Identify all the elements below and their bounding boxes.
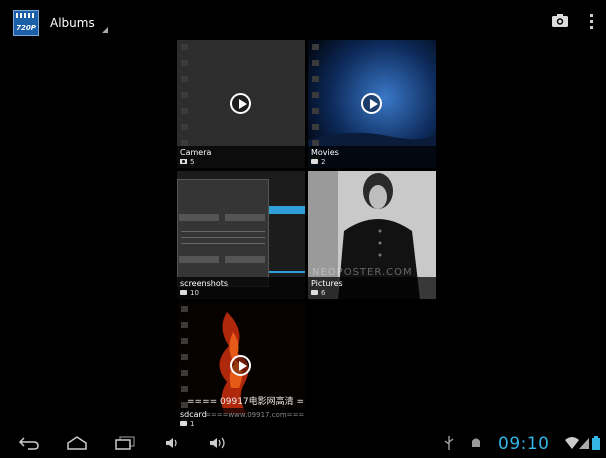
- camera-icon[interactable]: [552, 14, 568, 27]
- folder-icon: [311, 290, 318, 295]
- spinner-indicator-icon: [102, 27, 108, 33]
- album-label: Movies 2: [308, 146, 436, 168]
- folder-icon: [180, 421, 187, 426]
- android-debug-icon: [472, 438, 480, 447]
- album-name: Movies: [311, 148, 339, 157]
- album-label: Pictures 6: [308, 277, 436, 299]
- volume-down-icon[interactable]: [164, 436, 180, 450]
- album-label: screenshots 10: [177, 277, 305, 299]
- wifi-icon: [565, 437, 579, 449]
- play-icon: [230, 355, 251, 376]
- action-bar: 720P Albums: [0, 0, 606, 44]
- album-count: 1: [190, 420, 195, 428]
- sdcard-banner-text: ==== 09917电影网高清 ====: [187, 397, 305, 407]
- play-icon: [230, 93, 251, 114]
- album-name: screenshots: [180, 279, 229, 288]
- album-tile-sdcard[interactable]: ==== 09917电影网高清 ==== sdcard 1 ====www.09…: [177, 302, 305, 430]
- album-label: sdcard 1 ====www.09917.com====: [177, 408, 305, 430]
- home-icon[interactable]: [66, 436, 88, 450]
- battery-icon: [592, 436, 600, 450]
- album-tile-camera[interactable]: Camera 5: [177, 40, 305, 168]
- folder-icon: [180, 290, 187, 295]
- albums-spinner-title[interactable]: Albums: [50, 16, 95, 30]
- back-icon[interactable]: [18, 436, 40, 450]
- album-count: 2: [321, 158, 326, 166]
- folder-icon: [311, 159, 318, 164]
- signal-icon: [579, 438, 589, 449]
- album-tile-screenshots[interactable]: screenshots 10: [177, 171, 305, 299]
- usb-icon: [444, 436, 454, 450]
- album-name: Camera: [180, 148, 212, 157]
- album-name: sdcard: [180, 410, 207, 419]
- album-count: 10: [190, 289, 199, 297]
- volume-up-icon[interactable]: [208, 436, 228, 450]
- play-icon: [361, 93, 382, 114]
- overflow-menu-icon[interactable]: [590, 14, 594, 30]
- status-clock: 09:10: [498, 434, 550, 454]
- album-name: Pictures: [311, 279, 343, 288]
- album-label: Camera 5: [177, 146, 305, 168]
- app-logo-icon[interactable]: 720P: [13, 10, 39, 36]
- camera-small-icon: [180, 159, 187, 164]
- album-count: 6: [321, 289, 326, 297]
- album-tile-movies[interactable]: Movies 2: [308, 40, 436, 168]
- album-count: 5: [190, 158, 195, 166]
- sdcard-url-text: ====www.09917.com====: [205, 411, 305, 419]
- album-tile-pictures[interactable]: NEOPOSTER.COM Pictures 6: [308, 171, 436, 299]
- recent-apps-icon[interactable]: [114, 436, 136, 450]
